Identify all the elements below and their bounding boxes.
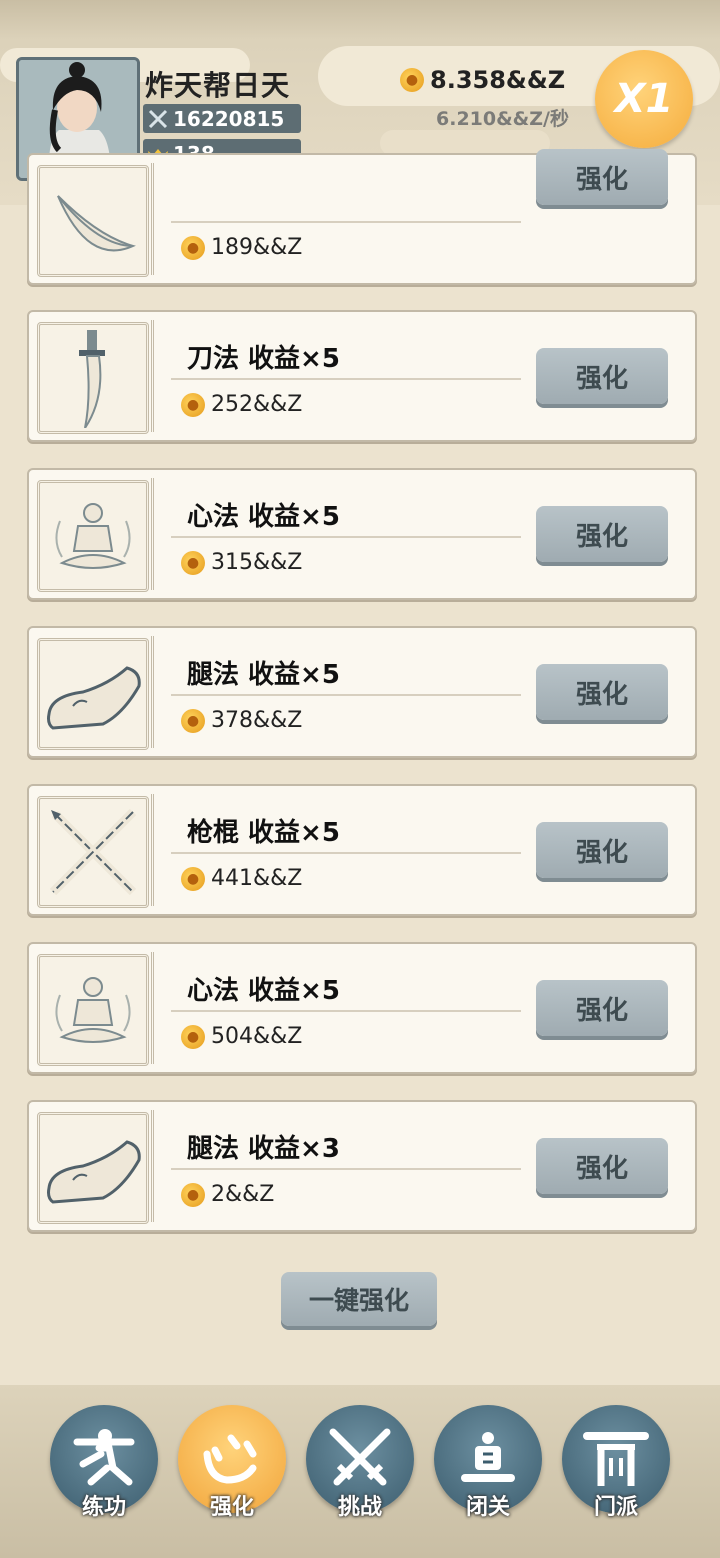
player-name: 炸天帮日天: [145, 69, 291, 102]
upgrade-card: 腿法 收益×5 ● 378&&Z 强化: [27, 626, 697, 758]
upgrade-card: 枪棍 收益×5 ● 441&&Z 强化: [27, 784, 697, 916]
upgrade-button[interactable]: 强化: [536, 980, 668, 1036]
upgrade-title: 腿法 收益×3: [187, 1134, 340, 1164]
divider: [171, 1010, 521, 1012]
heart-icon: [203, 1434, 257, 1484]
nav-item-upgrade[interactable]: 强化: [178, 1405, 286, 1520]
nav-item-challenge[interactable]: 挑战: [306, 1405, 414, 1520]
nav-label: 门派: [593, 1495, 638, 1520]
upgrade-cost: ● 189&&Z: [181, 235, 302, 260]
upgrade-cost: ● 504&&Z: [181, 1024, 302, 1049]
divider: [151, 478, 160, 590]
shoe-icon: [37, 638, 149, 750]
coin-icon: ●: [181, 392, 205, 417]
upgrade-card: ● 189&&Z 强化: [27, 149, 697, 285]
swords-icon: [329, 1428, 391, 1486]
power-value: 16220815: [173, 106, 285, 131]
divider: [151, 794, 160, 906]
coin-balance: ● 8.358&&Z: [400, 66, 565, 94]
upgrade-title: 枪棍 收益×5: [187, 818, 340, 848]
meditation-icon: [37, 954, 149, 1066]
upgrade-card: 腿法 收益×3 ● 2&&Z 强化: [27, 1100, 697, 1232]
upgrade-button[interactable]: 强化: [536, 506, 668, 562]
nav-label: 练功: [81, 1495, 126, 1520]
upgrade-card: 心法 收益×5 ● 504&&Z 强化: [27, 942, 697, 1074]
divider: [171, 378, 521, 380]
cost-value: 504&&Z: [211, 1024, 303, 1049]
crossed-swords-icon: [143, 108, 173, 130]
upgrade-cost: ● 315&&Z: [181, 550, 302, 575]
upgrade-card: 心法 收益×5 ● 315&&Z 强化: [27, 468, 697, 600]
nav-label: 强化: [209, 1495, 254, 1520]
divider: [171, 1168, 521, 1170]
upgrade-cost: ● 2&&Z: [181, 1182, 274, 1207]
upgrade-button[interactable]: 强化: [536, 822, 668, 878]
nav-label: 闭关: [465, 1495, 510, 1520]
upgrade-cost: ● 252&&Z: [181, 392, 302, 417]
coin-icon: ●: [181, 866, 205, 891]
divider: [151, 163, 160, 275]
retreat-icon: [461, 1432, 515, 1482]
bottom-nav: 练功 强化 挑战 闭关 门派: [0, 1385, 720, 1558]
upgrade-title: 心法 收益×5: [187, 976, 340, 1006]
upgrade-cost: ● 441&&Z: [181, 866, 302, 891]
feather-icon: [37, 165, 149, 277]
crossed-staffs-icon: [37, 796, 149, 908]
upgrade-card: 刀法 收益×5 ● 252&&Z 强化: [27, 310, 697, 442]
upgrade-button[interactable]: 强化: [536, 1138, 668, 1194]
coin-icon: ●: [400, 68, 424, 92]
upgrade-button[interactable]: 强化: [536, 348, 668, 404]
divider: [171, 694, 521, 696]
coin-icon: ●: [181, 235, 205, 260]
multiplier-button[interactable]: X1: [595, 50, 693, 148]
cost-value: 315&&Z: [211, 550, 303, 575]
upgrade-title: 心法 收益×5: [187, 502, 340, 532]
divider: [151, 636, 160, 748]
coin-value: 8.358&&Z: [430, 66, 566, 94]
cost-value: 2&&Z: [211, 1182, 275, 1207]
shoe-icon: [37, 1112, 149, 1224]
divider: [171, 536, 521, 538]
meditation-icon: [37, 480, 149, 592]
nav-item-retreat[interactable]: 闭关: [434, 1405, 542, 1520]
cost-value: 441&&Z: [211, 866, 303, 891]
coin-icon: ●: [181, 550, 205, 575]
upgrade-title: 腿法 收益×5: [187, 660, 340, 690]
nav-item-practice[interactable]: 练功: [50, 1405, 158, 1520]
upgrade-button[interactable]: 强化: [536, 664, 668, 720]
divider: [151, 952, 160, 1064]
upgrade-button[interactable]: 强化: [536, 149, 668, 205]
coin-icon: ●: [181, 1024, 205, 1049]
sword-icon: [37, 322, 149, 434]
upgrade-cost: ● 378&&Z: [181, 708, 302, 733]
coin-icon: ●: [181, 708, 205, 733]
coin-rate: 6.210&&Z/秒: [436, 108, 569, 130]
one-key-upgrade-button[interactable]: 一键强化: [281, 1272, 437, 1326]
nav-item-sect[interactable]: 门派: [562, 1405, 670, 1520]
coin-icon: ●: [181, 1182, 205, 1207]
divider: [171, 852, 521, 854]
cost-value: 189&&Z: [211, 235, 303, 260]
cost-value: 378&&Z: [211, 708, 303, 733]
cost-value: 252&&Z: [211, 392, 303, 417]
nav-label: 挑战: [337, 1495, 382, 1520]
divider: [151, 1110, 160, 1222]
upgrade-title: 刀法 收益×5: [187, 344, 340, 374]
divider: [171, 221, 521, 223]
kungfu-icon: [73, 1429, 135, 1486]
gate-icon: [583, 1432, 649, 1486]
divider: [151, 320, 160, 432]
power-stat: 16220815: [143, 104, 301, 133]
